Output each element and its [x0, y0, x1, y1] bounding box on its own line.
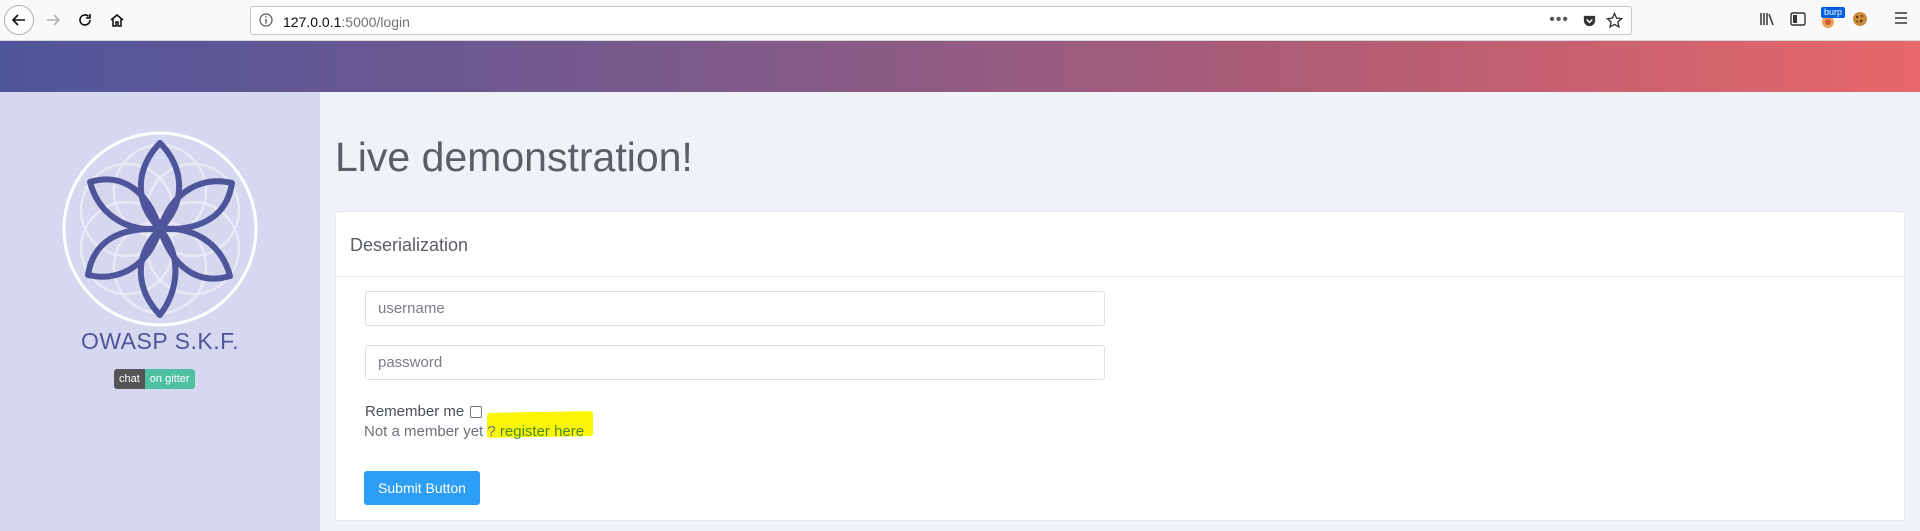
remember-me-row: Remember me: [365, 403, 483, 420]
submit-button[interactable]: Submit Button: [364, 471, 480, 505]
brand-title[interactable]: OWASP S.K.F.: [0, 328, 320, 355]
gitter-chat-badge[interactable]: chat on gitter: [114, 369, 195, 389]
url-text[interactable]: 127.0.0.1:5000/login: [283, 14, 410, 30]
gitter-badge-right: on gitter: [144, 369, 195, 389]
remember-me-label: Remember me: [365, 403, 465, 420]
hamburger-menu-icon[interactable]: [1893, 10, 1909, 26]
home-button[interactable]: [102, 5, 132, 35]
forward-button[interactable]: [38, 5, 68, 35]
username-input[interactable]: [365, 291, 1105, 326]
card-title: Deserialization: [350, 235, 469, 255]
login-card: Deserialization Remember me: [335, 211, 1905, 521]
card-header: Deserialization: [336, 212, 1904, 277]
page-title: Live demonstration!: [335, 134, 693, 180]
cookie-icon[interactable]: [1851, 10, 1869, 28]
register-prompt: Not a member yet ? register here: [364, 423, 584, 440]
home-icon: [110, 14, 124, 27]
pocket-icon[interactable]: [1582, 13, 1597, 28]
header-banner: [0, 41, 1920, 92]
url-bar[interactable]: 127.0.0.1:5000/login •••: [250, 6, 1632, 35]
register-link[interactable]: register here: [500, 423, 584, 440]
browser-toolbar: 127.0.0.1:5000/login ••• burp: [0, 0, 1920, 41]
arrow-right-icon: [47, 14, 61, 26]
info-icon[interactable]: [259, 13, 273, 27]
burp-badge: burp: [1821, 7, 1846, 18]
reload-button[interactable]: [70, 5, 100, 35]
owasp-skf-logo-icon[interactable]: [62, 131, 258, 327]
sidebar-toggle-icon[interactable]: [1789, 10, 1807, 28]
back-button[interactable]: [4, 5, 34, 35]
page-actions-menu-icon[interactable]: •••: [1549, 11, 1569, 29]
password-input[interactable]: [365, 345, 1105, 380]
gitter-badge-left: chat: [114, 369, 145, 389]
url-host: 127.0.0.1: [283, 14, 342, 30]
library-icon[interactable]: [1758, 10, 1776, 28]
arrow-left-icon: [11, 14, 25, 26]
not-member-text: Not a member yet ?: [364, 423, 500, 440]
bookmark-star-icon[interactable]: [1606, 12, 1623, 29]
remember-me-checkbox[interactable]: [470, 405, 483, 418]
url-path: :5000/login: [341, 14, 410, 30]
reload-icon: [79, 14, 91, 26]
